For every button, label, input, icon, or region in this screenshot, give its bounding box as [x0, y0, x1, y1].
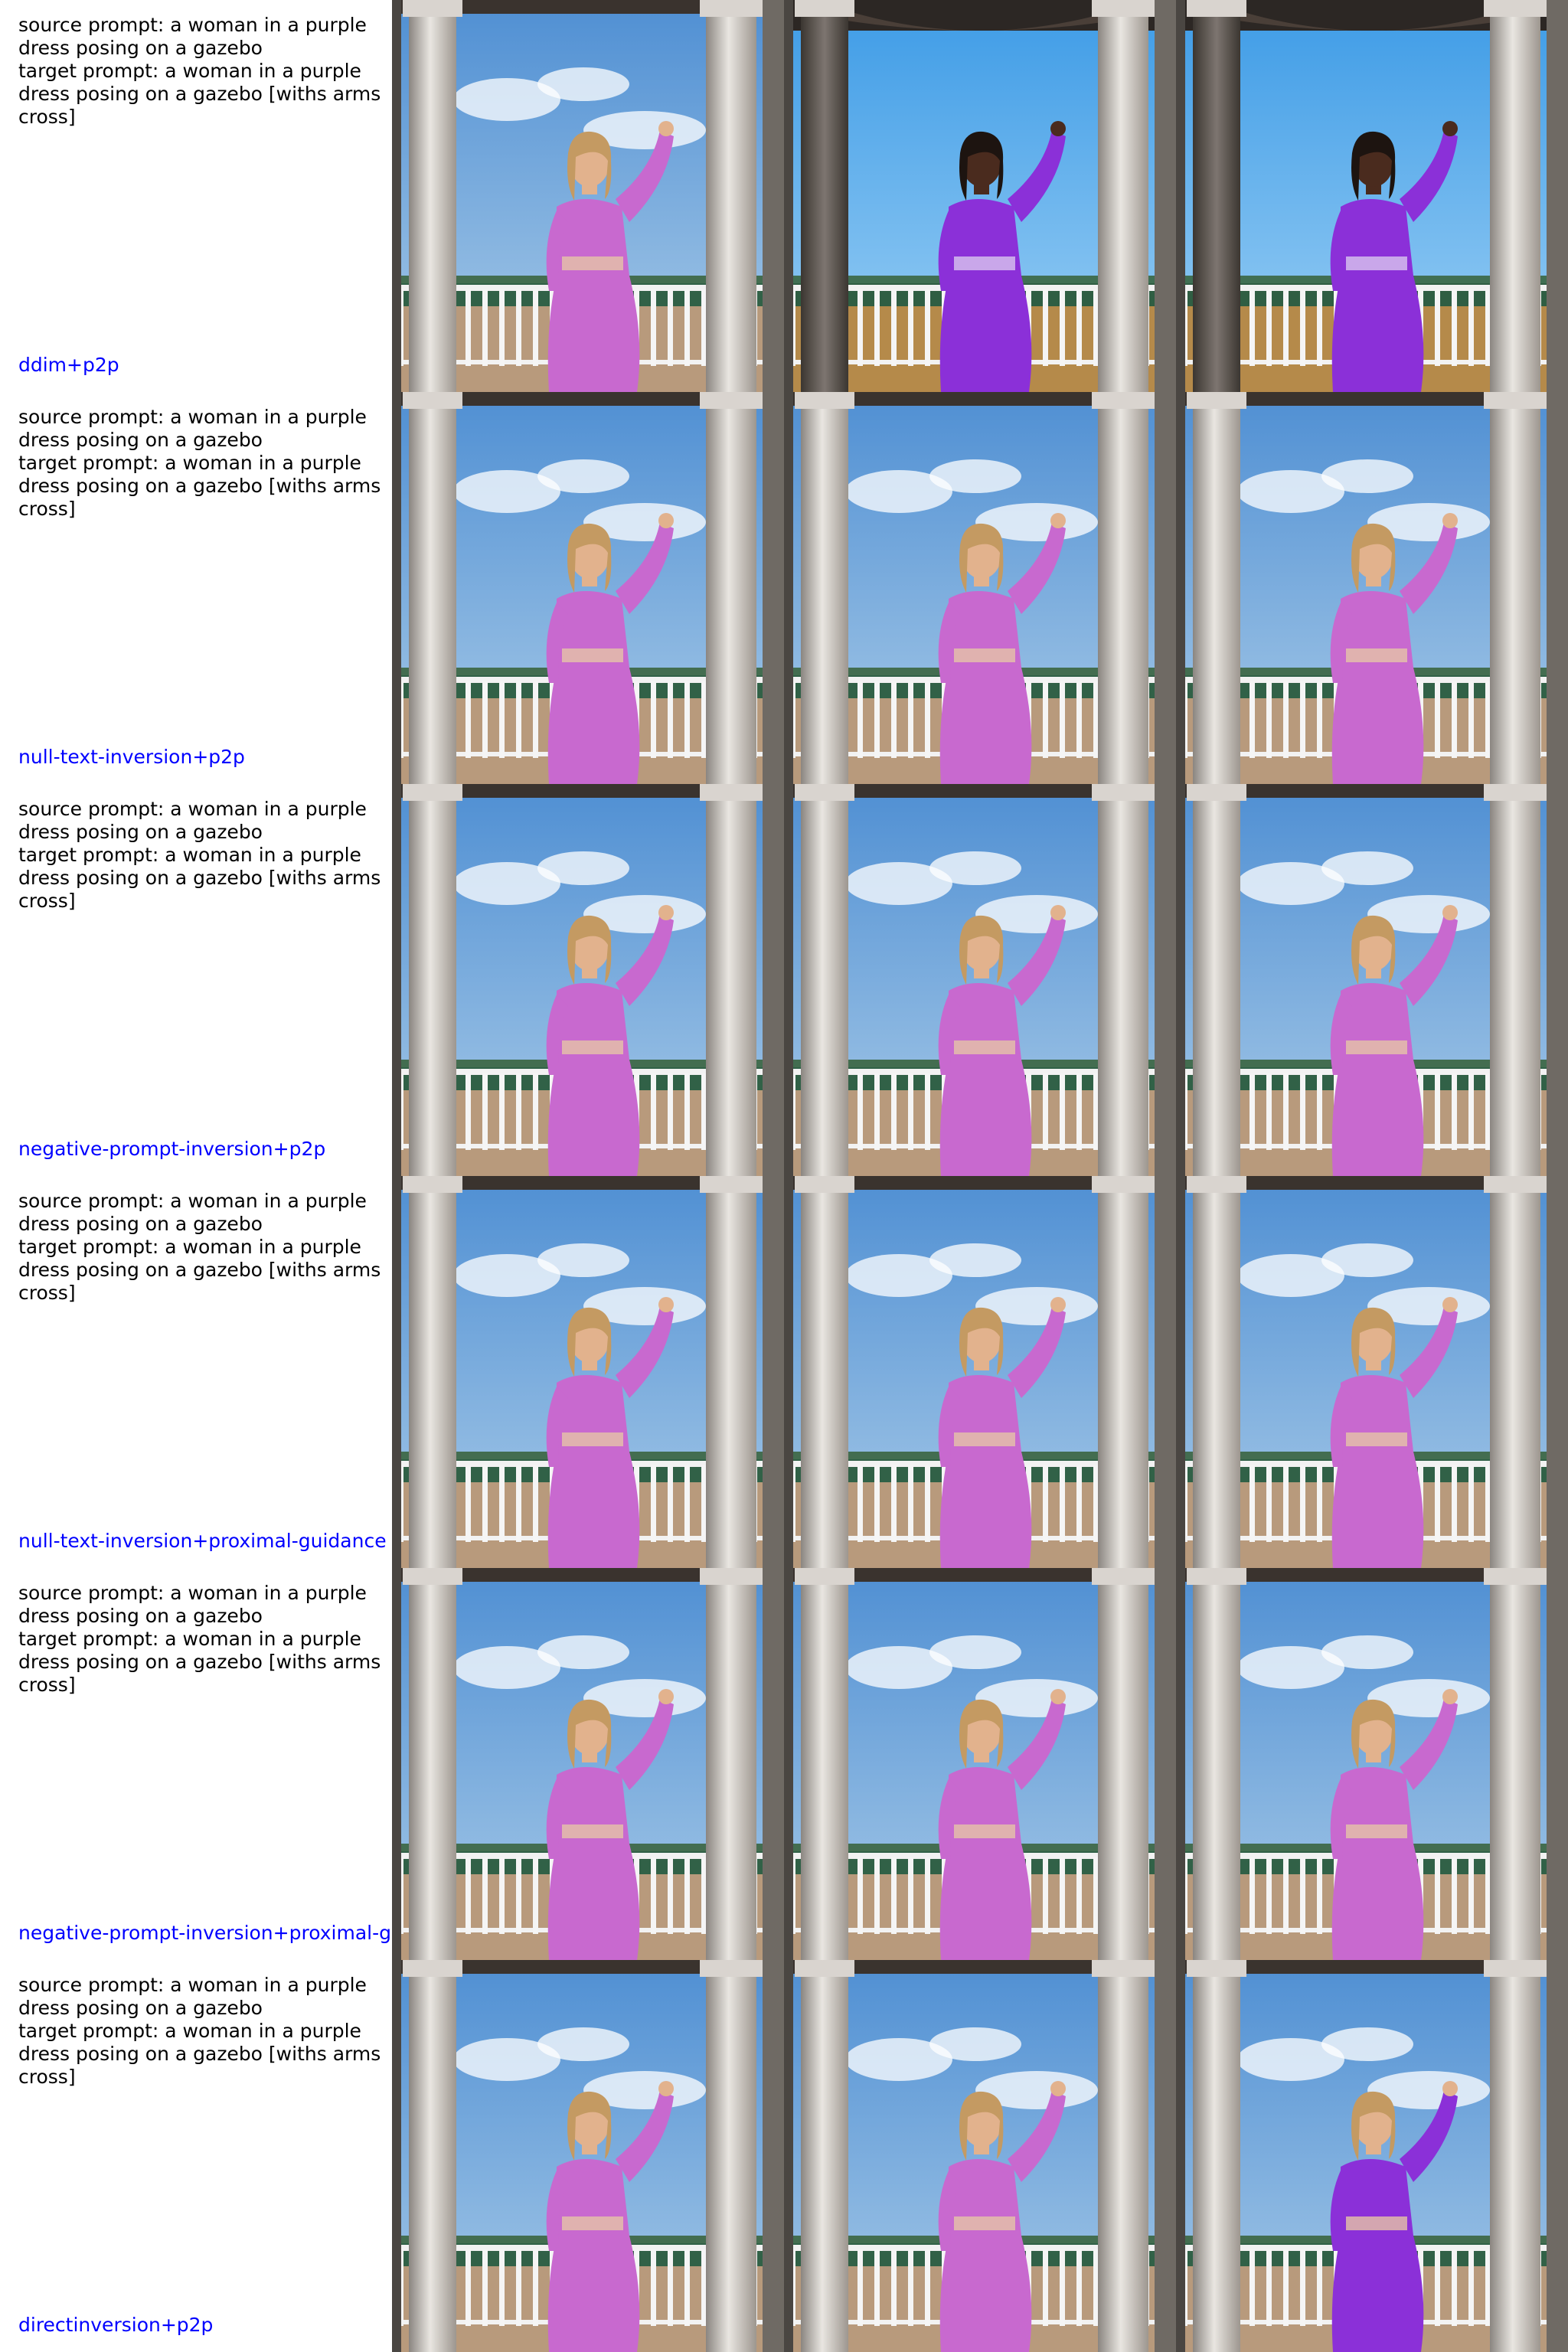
- gazebo-woman-photo: [1176, 392, 1568, 784]
- row-caption: source prompt: a woman in a purple dress…: [0, 1960, 392, 2352]
- source-image: [392, 0, 784, 392]
- result-row: source prompt: a woman in a purple dress…: [0, 392, 1568, 784]
- edited-image: [1176, 392, 1568, 784]
- method-label: negative-prompt-inversion+proximal-g: [18, 1922, 391, 1944]
- gazebo-woman-photo: [392, 1960, 784, 2352]
- gazebo-woman-photo: [392, 392, 784, 784]
- reconstruction-image: [784, 392, 1176, 784]
- method-label: null-text-inversion+proximal-guidance: [18, 1530, 387, 1552]
- gazebo-woman-photo: [784, 1960, 1176, 2352]
- gazebo-woman-photo: [1176, 1960, 1568, 2352]
- reconstruction-image: [784, 784, 1176, 1176]
- reconstruction-image: [784, 1568, 1176, 1960]
- edited-image: [1176, 1176, 1568, 1568]
- row-caption: source prompt: a woman in a purple dress…: [0, 392, 392, 784]
- edited-image: [1176, 1960, 1568, 2352]
- row-caption: source prompt: a woman in a purple dress…: [0, 784, 392, 1176]
- row-caption: source prompt: a woman in a purple dress…: [0, 1176, 392, 1568]
- source-image: [392, 1568, 784, 1960]
- prompt-text: source prompt: a woman in a purple dress…: [18, 406, 381, 520]
- method-label: ddim+p2p: [18, 354, 119, 376]
- source-image: [392, 1960, 784, 2352]
- source-image: [392, 1176, 784, 1568]
- prompt-text: source prompt: a woman in a purple dress…: [18, 14, 381, 128]
- edited-image: [1176, 1568, 1568, 1960]
- reconstruction-image: [784, 1960, 1176, 2352]
- gazebo-woman-photo: [1176, 1568, 1568, 1960]
- result-row: source prompt: a woman in a purple dress…: [0, 784, 1568, 1176]
- gazebo-woman-photo: [392, 784, 784, 1176]
- gazebo-woman-photo: [784, 784, 1176, 1176]
- gazebo-woman-photo: [784, 1568, 1176, 1960]
- method-label: negative-prompt-inversion+p2p: [18, 1138, 326, 1160]
- prompt-text: source prompt: a woman in a purple dress…: [18, 1582, 381, 1696]
- method-label: null-text-inversion+p2p: [18, 746, 245, 768]
- gazebo-woman-photo: [392, 0, 784, 392]
- row-caption: source prompt: a woman in a purple dress…: [0, 1568, 392, 1960]
- gazebo-woman-photo: [784, 392, 1176, 784]
- result-row: source prompt: a woman in a purple dress…: [0, 1176, 1568, 1568]
- result-row: source prompt: a woman in a purple dress…: [0, 1568, 1568, 1960]
- method-label: directinversion+p2p: [18, 2314, 214, 2336]
- source-image: [392, 784, 784, 1176]
- edited-image: [1176, 784, 1568, 1176]
- edited-image: [1176, 0, 1568, 392]
- result-row: source prompt: a woman in a purple dress…: [0, 1960, 1568, 2352]
- gazebo-woman-photo: [1176, 0, 1568, 392]
- gazebo-woman-photo: [784, 0, 1176, 392]
- prompt-text: source prompt: a woman in a purple dress…: [18, 1974, 381, 2088]
- gazebo-woman-photo: [392, 1176, 784, 1568]
- prompt-text: source prompt: a woman in a purple dress…: [18, 798, 381, 912]
- result-row: source prompt: a woman in a purple dress…: [0, 0, 1568, 392]
- gazebo-woman-photo: [392, 1568, 784, 1960]
- gazebo-woman-photo: [784, 1176, 1176, 1568]
- row-caption: source prompt: a woman in a purple dress…: [0, 0, 392, 392]
- gazebo-woman-photo: [1176, 784, 1568, 1176]
- reconstruction-image: [784, 1176, 1176, 1568]
- reconstruction-image: [784, 0, 1176, 392]
- source-image: [392, 392, 784, 784]
- prompt-text: source prompt: a woman in a purple dress…: [18, 1190, 381, 1304]
- gazebo-woman-photo: [1176, 1176, 1568, 1568]
